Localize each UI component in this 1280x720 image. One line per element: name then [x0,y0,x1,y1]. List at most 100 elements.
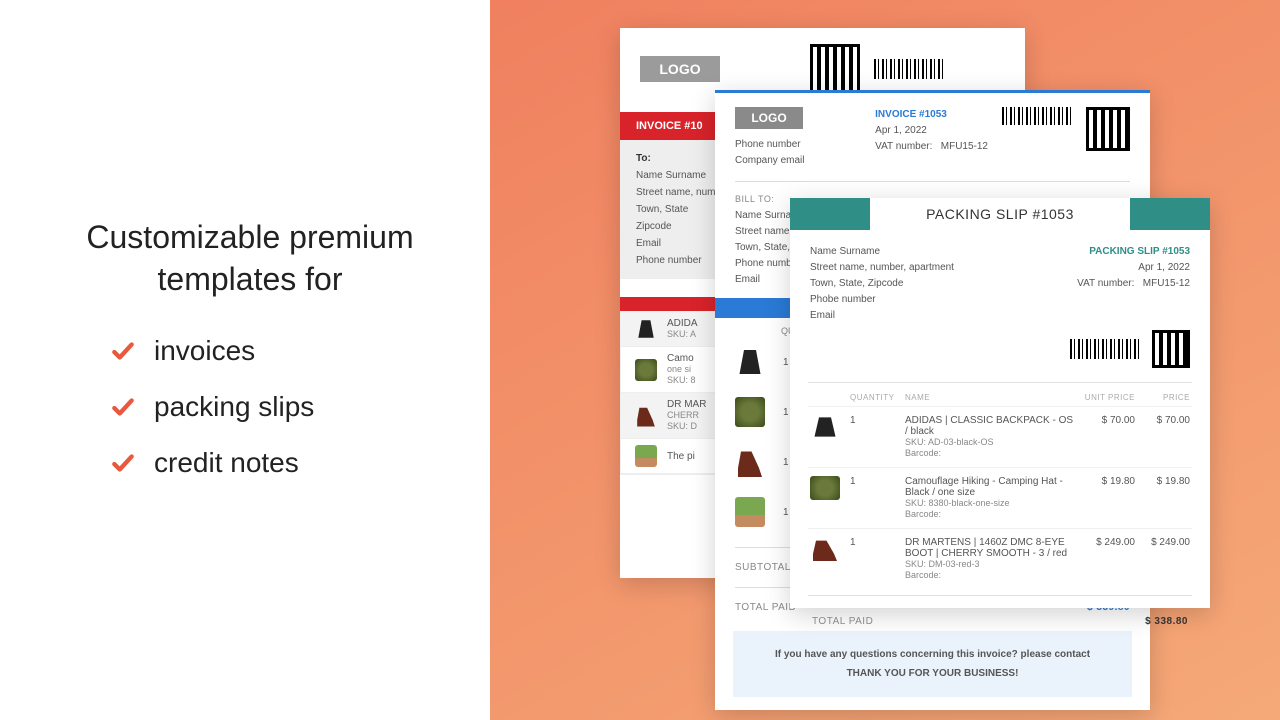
col-price: PRICE [1137,389,1192,407]
accent-bar [790,198,870,230]
item-sku: SKU: DM-03-red-3 [905,559,980,569]
cell-name: Camouflage Hiking - Camping Hat - Black … [903,468,1077,529]
logo-placeholder: LOGO [640,56,720,82]
total-paid-row: TOTAL PAID $ 338.80 [790,602,1210,641]
vat-row: VAT number: MFU15-12 [1077,276,1190,292]
feature-label: invoices [154,335,255,367]
feature-packing-slips: packing slips [110,391,490,423]
barcode-icon [1002,107,1072,125]
item-sku: SKU: D [667,421,697,431]
address-town: Town, State, Zipcode [810,276,954,292]
item-name: Camouflage Hiking - Camping Hat - Black … [905,476,1075,498]
item-name: ADIDAS | CLASSIC BACKPACK - OS / black [905,415,1075,437]
product-thumb [735,447,765,477]
barcode-icon [874,59,944,79]
item-sku: SKU: 8 [667,375,696,385]
shipping-address: Name Surname Street name, number, apartm… [810,244,954,324]
feature-invoices: invoices [110,335,490,367]
product-thumb [635,405,657,427]
company-phone: Phone number [735,137,804,153]
table-row: 1 DR MARTENS | 1460Z DMC 8-EYE BOOT | CH… [808,529,1192,590]
slip-meta: PACKING SLIP #1053 Apr 1, 2022 VAT numbe… [1077,244,1190,324]
marketing-copy: Customizable premium templates for invoi… [0,0,490,720]
item-sku: SKU: 8380-black-one-size [905,498,1010,508]
item-text: one si [667,364,691,374]
packing-slip-template: PACKING SLIP #1053 Name Surname Street n… [790,198,1210,608]
address-street: Street name, number, apartment [810,260,954,276]
cell-unit: $ 70.00 [1077,407,1137,468]
product-thumb [735,397,765,427]
paid-label: TOTAL PAID [735,602,796,613]
barcode-icon [1070,339,1140,359]
vat-value: MFU15-12 [1143,278,1190,289]
table-row: 1 ADIDAS | CLASSIC BACKPACK - OS / black… [808,407,1192,468]
product-thumb [810,415,840,439]
slip-date: Apr 1, 2022 [1077,260,1190,276]
table-row: 1 Camouflage Hiking - Camping Hat - Blac… [808,468,1192,529]
footer-line: If you have any questions concerning thi… [733,645,1132,664]
cell-name: ADIDAS | CLASSIC BACKPACK - OS / blackSK… [903,407,1077,468]
cell-qty: 1 [848,468,903,529]
product-thumb [635,445,657,467]
feature-label: packing slips [154,391,314,423]
col-unit-price: UNIT PRICE [1077,389,1137,407]
item-barcode: Barcode: [905,509,941,519]
cell-price: $ 249.00 [1137,529,1192,590]
cell-unit: $ 249.00 [1077,529,1137,590]
item-barcode: Barcode: [905,448,941,458]
cell-name: DR MARTENS | 1460Z DMC 8-EYE BOOT | CHER… [903,529,1077,590]
logo-placeholder: LOGO [735,107,803,129]
address-phone: Phobe number [810,292,954,308]
packing-slip-number: PACKING SLIP #1053 [1077,244,1190,260]
col-name: NAME [903,389,1077,407]
qr-code-icon [1152,330,1190,368]
total-value: $ 338.80 [1145,616,1188,627]
cell-price: $ 19.80 [1137,468,1192,529]
product-thumb [635,359,657,381]
item-sku: SKU: A [667,329,696,339]
headline-line1: Customizable premium [86,219,413,255]
cell-unit: $ 19.80 [1077,468,1137,529]
feature-label: credit notes [154,447,299,479]
accent-bar [1130,198,1210,230]
qr-code-icon [1086,107,1130,151]
footer-line: THANK YOU FOR YOUR BUSINESS! [733,664,1132,683]
address-name: Name Surname [810,244,954,260]
vat-row: VAT number: MFU15-12 [875,139,988,155]
cell-price: $ 70.00 [1137,407,1192,468]
product-thumb [810,476,840,500]
template-previews: LOGO INVOICE #10 To: Name Surname Street… [490,0,1280,720]
vat-label: VAT number: [1077,278,1134,289]
item-sku: SKU: AD-03-black-OS [905,437,994,447]
item-barcode: Barcode: [905,570,941,580]
company-email: Company email [735,153,804,169]
item-text: Camo [667,353,694,364]
headline: Customizable premium templates for [60,217,440,300]
col-qty: QUANTITY [848,389,903,407]
cell-qty: 1 [848,407,903,468]
check-icon [110,450,136,476]
check-icon [110,338,136,364]
subtotal-label: SUBTOTAL [735,562,791,573]
address-email: Email [810,308,954,324]
headline-line2: templates for [158,261,343,297]
item-text: CHERR [667,410,699,420]
vat-value: MFU15-12 [941,141,988,152]
vat-label: VAT number: [875,141,932,152]
product-thumb [810,537,840,561]
qr-code-icon [810,44,860,94]
items-table: QUANTITY NAME UNIT PRICE PRICE 1 ADIDAS … [808,389,1192,589]
product-thumb [735,347,765,377]
product-thumb [635,318,657,340]
check-icon [110,394,136,420]
item-text: The pi [667,451,695,462]
product-thumb [735,497,765,527]
total-label: TOTAL PAID [812,616,873,627]
invoice-number: INVOICE #1053 [875,107,988,123]
invoice-date: Apr 1, 2022 [875,123,988,139]
item-text: ADIDA [667,318,698,329]
item-text: DR MAR [667,399,706,410]
cell-qty: 1 [848,529,903,590]
feature-list: invoices packing slips credit notes [60,335,490,503]
item-name: DR MARTENS | 1460Z DMC 8-EYE BOOT | CHER… [905,537,1075,559]
